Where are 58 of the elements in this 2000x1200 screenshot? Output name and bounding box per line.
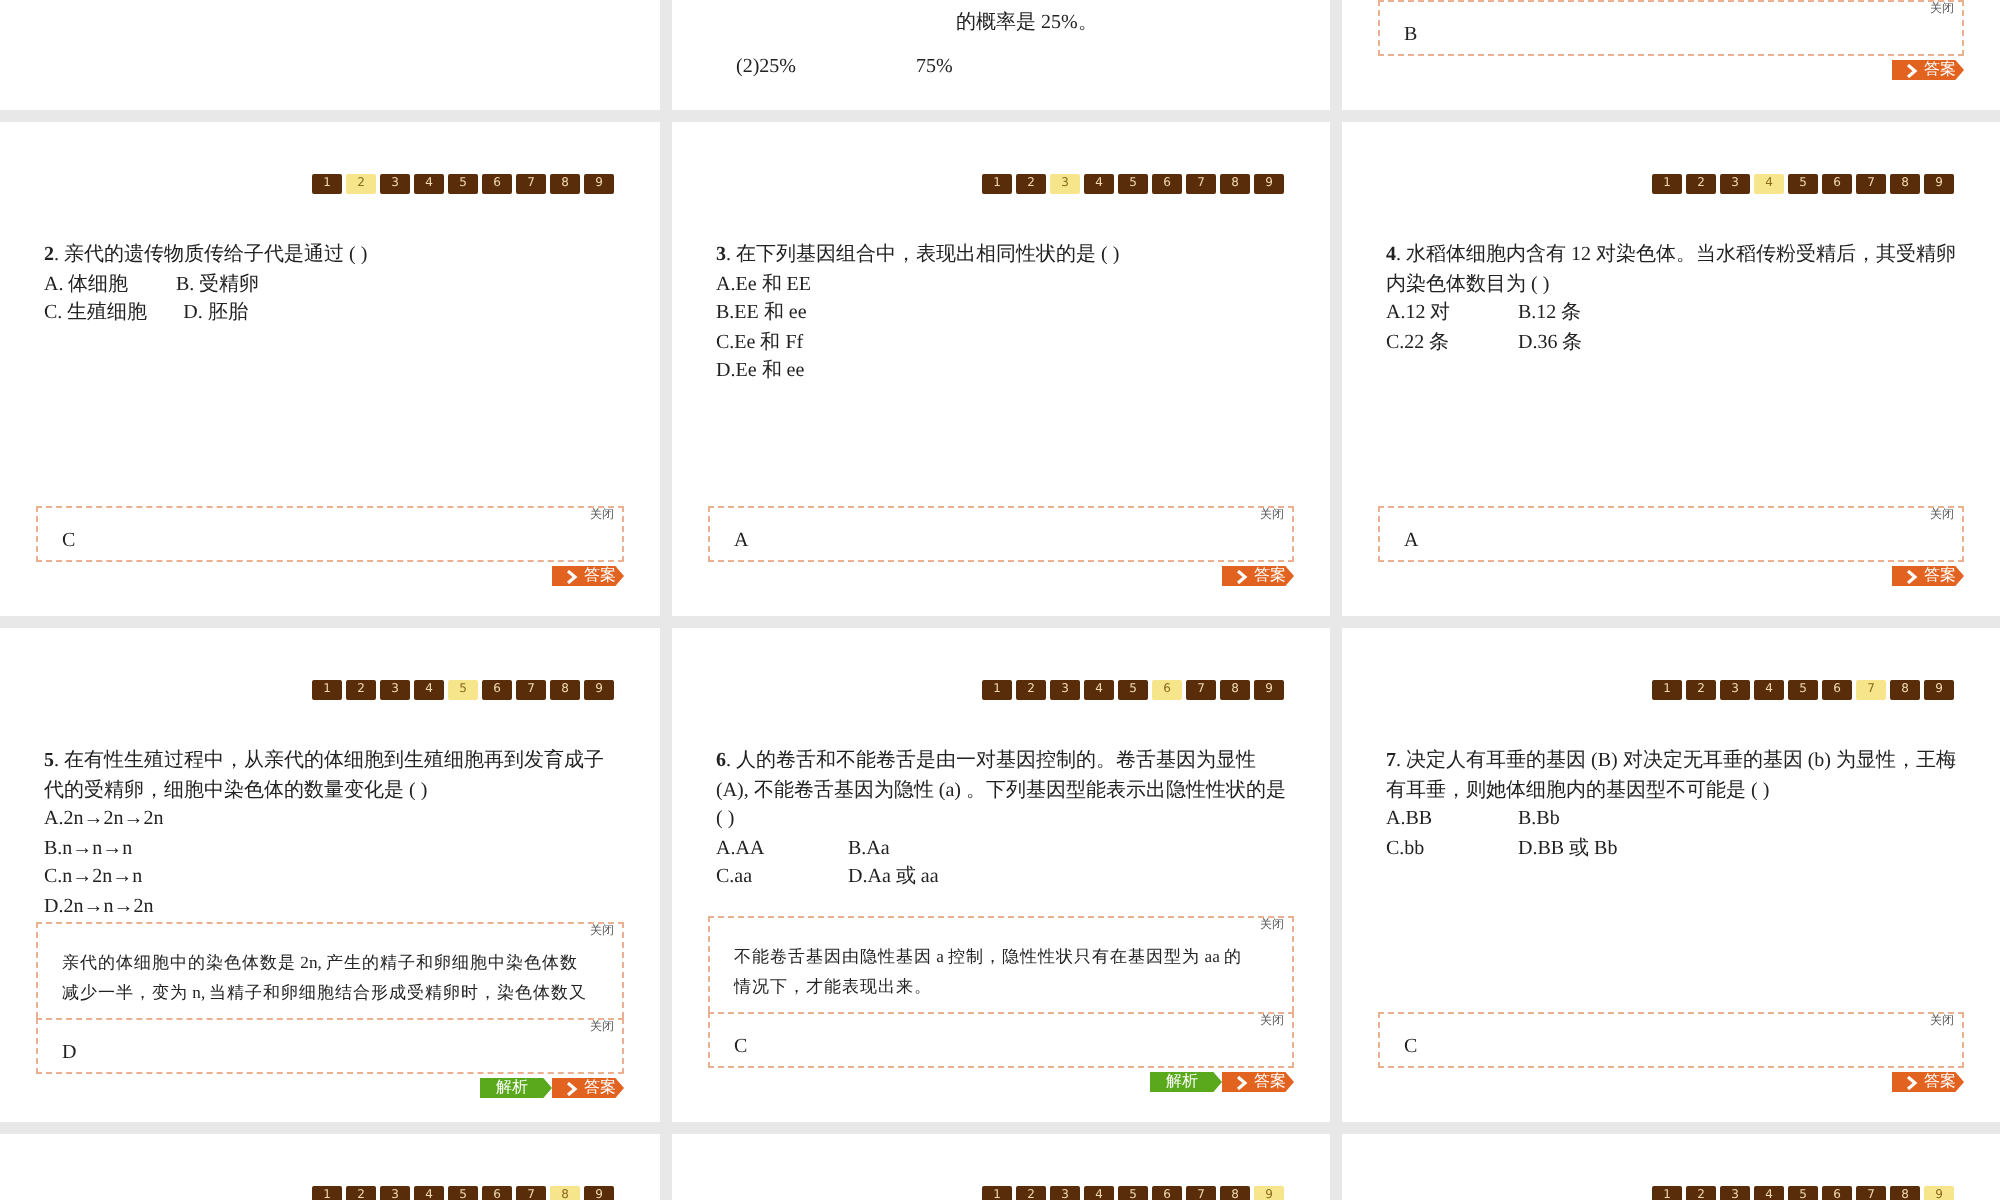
- chevron-icon: [1236, 1075, 1248, 1089]
- question-text: 2. 亲代的遗传物质传给子代是通过 ( ): [42, 242, 370, 270]
- answer-option: B.Bb: [1518, 806, 1614, 835]
- question-text: (2)25%: [736, 56, 796, 80]
- answer-option: D.2n→n→2n: [44, 893, 154, 922]
- answer-option: A.BB: [1386, 806, 1482, 835]
- answer-option: C.Ee 和 Ff: [716, 329, 812, 358]
- chevron-icon: [1906, 1075, 1918, 1089]
- answer-button[interactable]: 答案: [1892, 566, 1964, 586]
- answer-option: A.AA: [716, 835, 812, 864]
- answer-text: C: [734, 1036, 748, 1058]
- question-text: 7. 决定人有耳垂的基因 (B) 对决定无耳垂的基因 (b) 为显性，王梅有耳垂，则她体细胞内的基因型不可能是 ( ): [1384, 748, 1958, 805]
- answer-text: A: [1404, 530, 1419, 552]
- explanation-text: 不能卷舌基因由隐性基因 a 控制，隐性性状只有在基因型为 aa 的: [734, 944, 1245, 970]
- question-text: 75%: [916, 56, 953, 80]
- answer-option: D.BB 或 Bb: [1518, 835, 1618, 864]
- answer-option: D.36 条: [1518, 329, 1614, 358]
- answer-option: C. 生殖细胞: [44, 300, 148, 329]
- answer-text: C: [1404, 1036, 1418, 1058]
- answer-text: B: [1404, 24, 1418, 46]
- answer-option: B.12 条: [1518, 300, 1614, 329]
- explanation-text: 减少一半，变为 n, 当精子和卵细胞结合形成受精卵时，染色体数又: [62, 980, 590, 1006]
- answer-text: D: [62, 1042, 77, 1064]
- answer-option: C.n→2n→n: [44, 864, 143, 893]
- answer-button[interactable]: 答案: [552, 566, 624, 586]
- answer-option: B. 受精卵: [176, 271, 272, 300]
- answer-text: C: [62, 530, 76, 552]
- chevron-icon: [1906, 63, 1918, 77]
- answer-option: D.Ee 和 ee: [716, 358, 812, 387]
- question-text: 6. 人的卷舌和不能卷舌是由一对基因控制的。卷舌基因为显性 (A), 不能卷舌基因为隐性 (a) 。下列基因型能表示出隐性性状的是 ( ): [714, 748, 1288, 834]
- explanation-text: 情况下，才能表现出来。: [734, 974, 934, 1000]
- answer-option: D.Aa 或 aa: [848, 864, 944, 893]
- answer-option: C.aa: [716, 864, 812, 893]
- answer-button[interactable]: 答案: [1892, 60, 1964, 80]
- question-text: 5. 在有性生殖过程中，从亲代的体细胞到生殖细胞再到发育成子代的受精卵，细胞中染色体的数量变化是 ( ): [42, 748, 606, 805]
- explanation-text: 亲代的体细胞中的染色体数是 2n, 产生的精子和卵细胞中染色体数: [62, 950, 581, 976]
- answer-option: A.Ee 和 EE: [716, 271, 812, 300]
- answer-option: B.EE 和 ee: [716, 300, 812, 329]
- answer-option: C.bb: [1386, 835, 1482, 864]
- answer-option: A.12 对: [1386, 300, 1482, 329]
- answer-text: A: [734, 530, 749, 552]
- answer-option: D. 胚胎: [183, 300, 280, 329]
- answer-button[interactable]: 答案: [1222, 566, 1294, 586]
- answer-option: B.Aa: [848, 835, 944, 864]
- chevron-icon: [566, 1081, 578, 1095]
- chevron-icon: [1236, 569, 1248, 583]
- answer-button[interactable]: 答案: [552, 1078, 624, 1098]
- answer-option: A. 体细胞: [44, 271, 140, 300]
- question-text: 4. 水稻体细胞内含有 12 对染色体。当水稻传粉受精后，其受精卵内染色体数目为 ( ): [1384, 242, 1958, 299]
- answer-option: A.2n→2n→2n: [44, 806, 164, 835]
- chevron-icon: [566, 569, 578, 583]
- answer-option: C.22 条: [1386, 329, 1482, 358]
- chevron-icon: [1906, 569, 1918, 583]
- question-text: 3. 在下列基因组合中，表现出相同性状的是 ( ): [714, 242, 1122, 270]
- answer-button[interactable]: 答案: [1222, 1072, 1294, 1092]
- answer-option: B.n→n→n: [44, 835, 140, 864]
- answer-button[interactable]: 答案: [1892, 1072, 1964, 1092]
- question-text: 的概率是 25%。: [956, 12, 1098, 36]
